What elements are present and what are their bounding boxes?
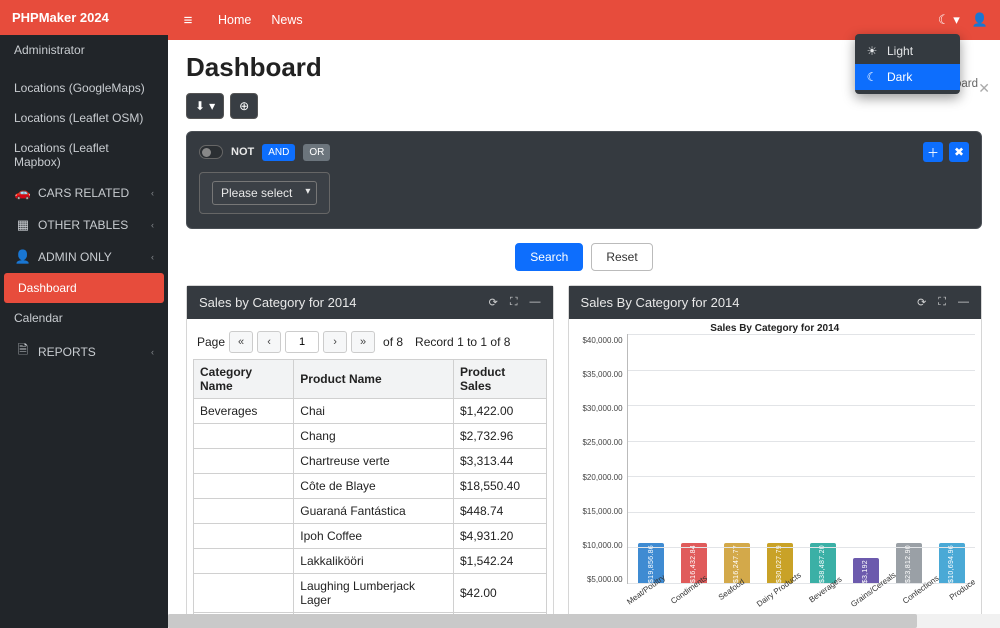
collapse-icon[interactable]: — [530,296,541,309]
page-label: Page [197,335,225,349]
maximize-icon[interactable]: ⛶ [938,296,946,309]
sidebar-item-calendar[interactable]: Calendar [0,303,168,333]
zoom-button[interactable]: ⊕ [230,93,258,119]
pager-prev-icon[interactable]: ‹ [257,331,281,353]
close-filter-row-icon[interactable]: ✕ [978,80,990,97]
pager-last-icon[interactable]: » [351,331,375,353]
table-row: Lakkalikööri$1,542.24 [194,549,547,574]
export-button[interactable]: ⬇▾ [186,93,224,119]
download-icon: ⬇ [195,99,205,113]
sidebar-item-locations-google[interactable]: Locations (GoogleMaps) [0,73,168,103]
table-row: Ipoh Coffee$4,931.20 [194,524,547,549]
col-header[interactable]: Product Sales [453,360,546,399]
filter-builder: NOT AND OR ＋ ✖ Please select ✕ [186,131,982,229]
chart-bar[interactable]: $10,694.96 [939,543,965,583]
chart-bar[interactable]: $23,812.90 [896,543,922,583]
theme-toggle-icon[interactable]: ☾ ▾ [938,12,960,28]
refresh-icon[interactable]: ⟳ [489,296,498,309]
table-row: Guaraná Fantástica$448.74 [194,499,547,524]
panel-sales-table: Sales by Category for 2014 ⟳ ⛶ — Page « … [186,285,554,628]
sidebar-group-other-tables[interactable]: ▦OTHER TABLES‹ [0,209,168,241]
moon-icon: ☾ [865,70,879,84]
collapse-icon[interactable]: — [958,296,969,309]
panel-title: Sales By Category for 2014 [581,295,740,310]
sidebar-tree-node[interactable]: Administrator [0,35,168,65]
panel-sales-chart: Sales By Category for 2014 ⟳ ⛶ — Sales B… [568,285,982,628]
table-row: Laughing Lumberjack Lager$42.00 [194,574,547,613]
and-pill[interactable]: AND [262,144,295,161]
sidebar-item-dashboard[interactable]: Dashboard [4,273,164,303]
or-pill[interactable]: OR [303,144,330,161]
chart-bar[interactable]: $38,487.20 [810,543,836,583]
filter-select-row: Please select [199,172,330,214]
bar-value-label: $30,027.79 [776,543,783,583]
bar-value-label: $3,192 [862,558,869,583]
table-icon: ▦ [14,217,32,233]
chevron-left-icon: ‹ [151,347,154,357]
sidebar-item-locations-osm[interactable]: Locations (Leaflet OSM) [0,103,168,133]
col-header[interactable]: Product Name [294,360,454,399]
pager-next-icon[interactable]: › [323,331,347,353]
bar-value-label: $19,856.86 [648,543,655,583]
table-row: Chartreuse verte$3,313.44 [194,449,547,474]
sidebar-item-locations-mapbox[interactable]: Locations (Leaflet Mapbox) [0,133,168,177]
pager-of: of 8 [383,335,403,349]
pager-record: Record 1 to 1 of 8 [415,335,510,349]
chevron-left-icon: ‹ [151,188,154,198]
theme-dropdown: ☀Light ☾Dark [855,34,960,94]
bar-value-label: $10,694.96 [948,543,955,583]
nav-home[interactable]: Home [208,13,261,27]
chart-plot: $19,856.86$16,432.84$16,247.77$30,027.79… [627,334,975,584]
filter-field-select[interactable]: Please select [212,181,317,205]
document-icon: 🗎 [14,341,32,363]
bar-value-label: $38,487.20 [819,543,826,583]
sales-table: Category NameProduct NameProduct SalesBe… [193,359,547,628]
not-toggle[interactable] [199,145,223,159]
theme-light[interactable]: ☀Light [855,38,960,64]
user-icon[interactable]: 👤 [972,12,988,28]
chevron-left-icon: ‹ [151,252,154,262]
chevron-left-icon: ‹ [151,220,154,230]
theme-dark[interactable]: ☾Dark [855,64,960,90]
bar-value-label: $23,812.90 [905,543,912,583]
chart-bar[interactable]: $3,192 [853,558,879,583]
topbar: ≡ Home News ☾ ▾ 👤 ☀Light ☾Dark [168,0,1000,40]
pager-input[interactable] [285,331,319,353]
user-icon: 👤 [14,249,32,265]
sun-icon: ☀ [865,44,879,58]
sidebar-group-admin[interactable]: 👤ADMIN ONLY‹ [0,241,168,273]
not-label: NOT [231,146,254,158]
table-row: BeveragesChai$1,422.00 [194,399,547,424]
reset-button[interactable]: Reset [591,243,652,271]
maximize-icon[interactable]: ⛶ [510,296,518,309]
sidebar: PHPMaker 2024 Administrator Locations (G… [0,0,168,628]
refresh-icon[interactable]: ⟳ [917,296,926,309]
col-header[interactable]: Category Name [194,360,294,399]
remove-filter-icon[interactable]: ✖ [949,142,969,162]
bar-value-label: $16,432.84 [690,543,697,583]
panel-title: Sales by Category for 2014 [199,295,357,310]
pager-first-icon[interactable]: « [229,331,253,353]
horizontal-scrollbar[interactable] [168,614,1000,628]
menu-toggle-icon[interactable]: ≡ [168,12,208,29]
nav-news[interactable]: News [261,13,312,27]
car-icon: 🚗 [14,185,32,201]
table-row: Chang$2,732.96 [194,424,547,449]
table-row: Côte de Blaye$18,550.40 [194,474,547,499]
brand: PHPMaker 2024 [0,0,168,35]
sidebar-group-reports[interactable]: 🗎REPORTS‹ [0,333,168,371]
chart-title: Sales By Category for 2014 [569,319,981,334]
add-filter-icon[interactable]: ＋ [923,142,943,162]
zoom-icon: ⊕ [239,99,249,113]
sidebar-group-cars[interactable]: 🚗CARS RELATED‹ [0,177,168,209]
chart-y-axis: $40,000.00$35,000.00$30,000.00$25,000.00… [575,334,627,584]
search-button[interactable]: Search [515,243,583,271]
